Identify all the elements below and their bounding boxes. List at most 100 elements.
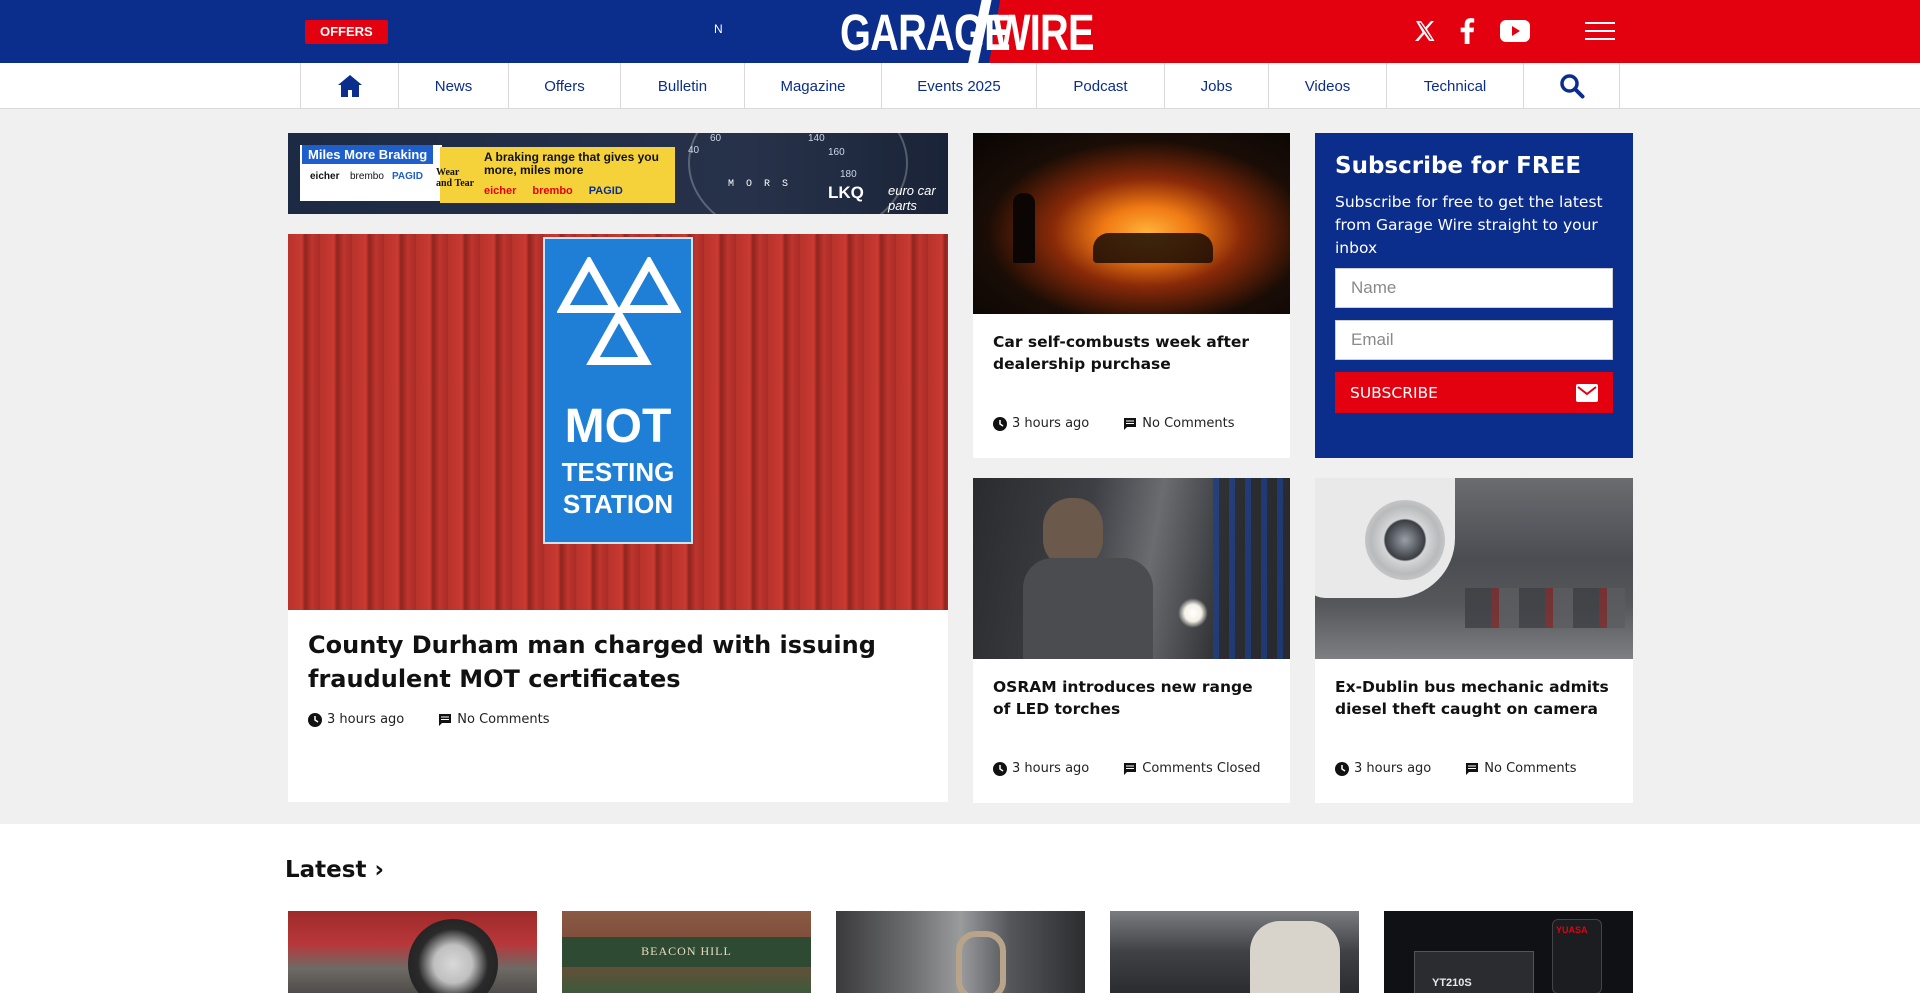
ad-euro-logo: euro car parts: [888, 183, 936, 213]
hamburger-menu-icon[interactable]: [1585, 22, 1615, 42]
nav-item-podcast[interactable]: Podcast: [1036, 63, 1164, 109]
nav-item-jobs[interactable]: Jobs: [1164, 63, 1268, 109]
mechanic-body: [1023, 558, 1153, 659]
subscribe-button[interactable]: SUBSCRIBE: [1335, 372, 1613, 413]
latest-thumb-battery[interactable]: YT210S YUASA: [1384, 911, 1633, 993]
comment-icon: [1124, 762, 1137, 775]
home-icon: [337, 75, 362, 97]
car-wheel: [408, 919, 498, 993]
site-logo-right[interactable]: WIRE: [993, 3, 1122, 61]
ad-headline: A braking range that gives you more, mil…: [484, 150, 659, 177]
clock-icon: [1335, 761, 1349, 776]
featured-story-image[interactable]: MOT TESTING STATION: [288, 234, 948, 610]
mot-triangles-icon: [557, 257, 681, 365]
shop-sign-text: BEACON HILL: [641, 944, 732, 958]
nav-item-news[interactable]: News: [398, 63, 508, 109]
mot-sign-line3: STATION: [562, 489, 674, 519]
latest-thumb-shopfront[interactable]: BEACON HILL: [562, 911, 811, 993]
story-card[interactable]: Car self-combusts week after dealership …: [973, 133, 1290, 458]
featured-story-meta: 3 hours ago No Comments: [308, 712, 550, 727]
facebook-icon[interactable]: [1456, 17, 1478, 45]
ad-yellow-eicher: eicher: [484, 185, 517, 197]
ad-brand-pagid: PAGID: [392, 171, 423, 182]
story-meta: 3 hours ago No Comments: [993, 416, 1235, 431]
nav-item-offers[interactable]: Offers: [508, 63, 620, 109]
clock-icon: [993, 416, 1007, 431]
offers-button[interactable]: OFFERS: [305, 20, 388, 44]
nav-item-videos[interactable]: Videos: [1268, 63, 1386, 109]
top-bar: OFFERS N GARAGE WIRE: [0, 0, 1920, 66]
nav-search[interactable]: [1523, 63, 1620, 109]
latest-heading[interactable]: Latest ›: [285, 857, 384, 883]
story-image-cctv-camera[interactable]: [1315, 478, 1633, 659]
story-time: 3 hours ago: [1354, 761, 1432, 776]
story-card[interactable]: Ex-Dublin bus mechanic admits diesel the…: [1315, 478, 1633, 803]
battery-code: YT210S: [1432, 977, 1472, 989]
ad-lkq-logo: LKQ: [828, 183, 864, 202]
story-comments[interactable]: Comments Closed: [1142, 761, 1260, 776]
ad-dial-60: 60: [710, 133, 722, 144]
latest-thumb-car-pothole[interactable]: [288, 911, 537, 993]
nav-item-bulletin[interactable]: Bulletin: [620, 63, 744, 109]
name-field[interactable]: [1335, 268, 1613, 308]
ad-brand-brembo: brembo: [350, 171, 384, 182]
story-title[interactable]: Ex-Dublin bus mechanic admits diesel the…: [1335, 676, 1620, 720]
subscribe-button-label: SUBSCRIBE: [1350, 383, 1438, 402]
ad-dial-40: 40: [688, 145, 700, 156]
email-field[interactable]: [1335, 320, 1613, 360]
ad-dial-180: 180: [840, 169, 857, 180]
cctv-lens: [1365, 500, 1445, 580]
ad-brand-eicher: eicher: [310, 171, 340, 182]
car-silhouette: [1093, 233, 1213, 263]
mail-icon: [1576, 383, 1598, 402]
bus-depot-background: [1465, 588, 1625, 628]
battery-brand: YUASA: [1556, 925, 1588, 935]
x-icon[interactable]: [1412, 17, 1438, 45]
subscribe-description: Subscribe for free to get the latest fro…: [1335, 193, 1603, 257]
subscribe-title: Subscribe for FREE: [1335, 153, 1582, 179]
nav-item-events[interactable]: Events 2025: [881, 63, 1036, 109]
story-title[interactable]: Car self-combusts week after dealership …: [993, 331, 1273, 375]
youtube-icon[interactable]: [1499, 17, 1531, 45]
featured-story-title[interactable]: County Durham man charged with issuing f…: [308, 628, 908, 696]
subscribe-box: Subscribe for FREE Subscribe for free to…: [1315, 133, 1633, 458]
nav-home[interactable]: [300, 63, 398, 109]
mechanic-figure: [1250, 921, 1340, 993]
featured-story-comments[interactable]: No Comments: [457, 712, 549, 727]
latest-thumb-engine-bay[interactable]: [1110, 911, 1359, 993]
ad-gear-selector: M O R S: [728, 179, 792, 190]
nav-item-technical[interactable]: Technical: [1386, 63, 1523, 109]
nav-item-magazine[interactable]: Magazine: [744, 63, 881, 109]
ad-yellow-pagid: PAGID: [588, 185, 623, 197]
news-ticker[interactable]: N: [714, 22, 723, 36]
ad-dial-160: 160: [828, 147, 845, 158]
comment-icon: [1124, 417, 1137, 430]
ad-yellow-brembo: brembo: [532, 185, 573, 197]
clock-icon: [308, 712, 322, 727]
story-meta: 3 hours ago Comments Closed: [993, 761, 1261, 776]
story-image-car-fire[interactable]: [973, 133, 1290, 314]
torch-light: [1178, 598, 1208, 628]
featured-story-time: 3 hours ago: [327, 712, 405, 727]
story-meta: 3 hours ago No Comments: [1335, 761, 1577, 776]
story-comments[interactable]: No Comments: [1142, 416, 1234, 431]
story-time: 3 hours ago: [1012, 761, 1090, 776]
latest-thumb-exhaust[interactable]: [836, 911, 1085, 993]
ad-speedometer: [688, 133, 908, 214]
story-title[interactable]: OSRAM introduces new range of LED torche…: [993, 676, 1273, 720]
search-icon: [1559, 74, 1584, 99]
mot-sign-line1: MOT: [564, 400, 672, 453]
firefighter-silhouette: [1013, 193, 1035, 263]
comment-icon: [439, 713, 452, 726]
main-navigation: News Offers Bulletin Magazine Events 202…: [0, 63, 1920, 109]
story-card[interactable]: OSRAM introduces new range of LED torche…: [973, 478, 1290, 803]
ad-tagline: Miles More Braking: [302, 145, 434, 164]
story-image-mechanic-torch[interactable]: [973, 478, 1290, 659]
advertisement-banner[interactable]: Miles More Braking eicher brembo PAGID W…: [288, 133, 948, 214]
ad-wear-tear: Wear and Tear: [436, 167, 475, 189]
story-comments[interactable]: No Comments: [1484, 761, 1576, 776]
logo-text-wire: WIRE: [993, 3, 1095, 61]
comment-icon: [1466, 762, 1479, 775]
featured-story-card[interactable]: MOT TESTING STATION County Durham man ch…: [288, 234, 948, 802]
clock-icon: [993, 761, 1007, 776]
